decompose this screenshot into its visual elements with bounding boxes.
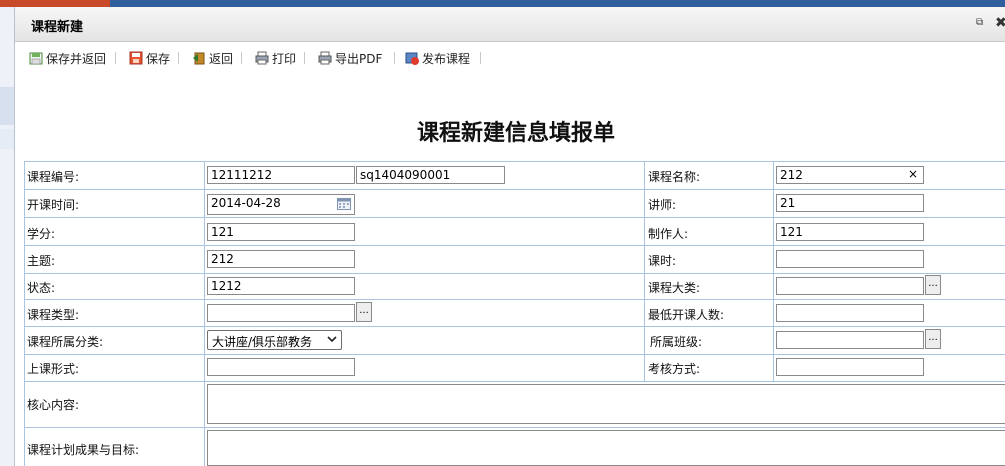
status-label: 状态: <box>27 281 56 295</box>
course-name-value: 212 <box>780 168 803 182</box>
hours-input[interactable] <box>776 250 924 268</box>
grid-line <box>204 161 205 466</box>
top-strip <box>0 0 1005 7</box>
course-name-input[interactable]: 212 × <box>776 166 924 184</box>
category-picker-button[interactable]: ... <box>925 275 941 295</box>
back-icon <box>192 51 206 65</box>
exam-label: 考核方式: <box>648 362 701 376</box>
min-people-input[interactable] <box>776 304 924 322</box>
toolbar-separator <box>178 52 179 64</box>
class-input[interactable] <box>776 331 924 349</box>
toolbar-separator <box>241 52 242 64</box>
category-label: 课程大类: <box>648 281 701 295</box>
chevron-down-icon <box>326 333 338 348</box>
grid-line <box>24 217 1005 218</box>
grid-line <box>24 273 1005 274</box>
hours-label: 课时: <box>648 254 677 268</box>
print-label: 打印 <box>272 51 297 66</box>
type-picker-button[interactable]: ... <box>356 302 372 322</box>
toolbar-separator <box>115 52 116 64</box>
window-title: 课程新建 <box>31 20 84 35</box>
course-no-input[interactable]: 12111212 <box>207 166 355 184</box>
title-bar: 课程新建 ⧉ ✖ <box>15 7 1005 42</box>
export-pdf-button[interactable]: 导出PDF <box>318 49 382 67</box>
status-input[interactable]: 1212 <box>207 277 355 295</box>
class-label: 所属班级: <box>650 335 703 349</box>
form-heading: 课程新建信息填报单 <box>417 120 616 146</box>
toolbar-separator <box>480 52 481 64</box>
class-category-select[interactable]: 大讲座/俱乐部教务 <box>207 330 342 350</box>
min-people-label: 最低开课人数: <box>648 308 725 322</box>
save-icon <box>129 51 143 65</box>
grid-line <box>24 161 25 466</box>
start-time-label: 开课时间: <box>27 198 80 212</box>
toolbar: 保存并返回 保存 返回 打印 导出PDF 发布课程 <box>15 42 1005 72</box>
exam-input[interactable] <box>776 358 924 376</box>
back-label: 返回 <box>209 51 234 66</box>
mode-input[interactable] <box>207 358 355 376</box>
course-name-label: 课程名称: <box>648 170 701 184</box>
export-pdf-label: 导出PDF <box>335 51 383 66</box>
export-pdf-icon <box>318 51 332 65</box>
publish-icon <box>405 51 419 65</box>
grid-line <box>24 427 1005 428</box>
credit-input[interactable]: 121 <box>207 223 355 241</box>
core-content-label: 核心内容: <box>27 398 80 412</box>
clear-icon[interactable]: × <box>908 167 918 181</box>
topic-label: 主题: <box>27 254 56 268</box>
background-panel-item <box>0 129 14 149</box>
print-icon <box>255 51 269 65</box>
dialog-window: 课程新建 ⧉ ✖ 保存并返回 保存 返回 打印 导出PDF 发布课程 课程新建信… <box>14 7 1005 466</box>
type-label: 课程类型: <box>27 308 80 322</box>
mode-label: 上课形式: <box>27 362 80 376</box>
save-return-button[interactable]: 保存并返回 <box>29 49 106 67</box>
calendar-icon[interactable] <box>337 198 351 213</box>
course-serial-input[interactable]: sq1404090001 <box>356 166 505 184</box>
grid-line <box>24 326 1005 327</box>
start-time-value: 2014-04-28 <box>211 196 281 210</box>
save-label: 保存 <box>146 51 171 66</box>
plan-goal-label: 课程计划成果与目标: <box>27 443 140 457</box>
course-no-label: 课程编号: <box>27 170 80 184</box>
restore-icon[interactable]: ⧉ <box>976 18 986 28</box>
start-time-input[interactable]: 2014-04-28 <box>207 194 355 215</box>
toolbar-separator <box>304 52 305 64</box>
maker-label: 制作人: <box>648 227 689 241</box>
close-icon[interactable]: ✖ <box>995 15 1005 31</box>
category-input[interactable] <box>776 277 924 295</box>
background-panel-item <box>0 87 14 125</box>
credit-label: 学分: <box>27 227 56 241</box>
grid-line <box>24 189 1005 190</box>
grid-line <box>24 299 1005 300</box>
plan-goal-textarea[interactable] <box>207 430 1005 466</box>
top-strip-accent <box>0 0 110 7</box>
grid-line <box>24 161 1005 162</box>
class-category-value: 大讲座/俱乐部教务 <box>212 335 313 349</box>
grid-line <box>644 161 645 382</box>
core-content-textarea[interactable] <box>207 384 1005 424</box>
toolbar-separator <box>394 52 395 64</box>
class-category-label: 课程所属分类: <box>27 335 104 349</box>
print-button[interactable]: 打印 <box>255 49 296 67</box>
grid-line <box>773 161 774 382</box>
grid-line <box>24 245 1005 246</box>
save-button[interactable]: 保存 <box>129 49 170 67</box>
save-return-icon <box>29 51 43 65</box>
type-input[interactable] <box>207 304 355 322</box>
background-panel <box>0 7 15 466</box>
lecturer-input[interactable]: 21 <box>776 194 924 212</box>
maker-input[interactable]: 121 <box>776 223 924 241</box>
lecturer-label: 讲师: <box>648 198 677 212</box>
back-button[interactable]: 返回 <box>192 49 233 67</box>
topic-input[interactable]: 212 <box>207 250 355 268</box>
grid-line <box>24 354 1005 355</box>
publish-course-button[interactable]: 发布课程 <box>405 49 470 67</box>
save-return-label: 保存并返回 <box>46 51 107 66</box>
class-picker-button[interactable]: ... <box>925 329 941 349</box>
grid-line <box>24 381 1005 382</box>
publish-course-label: 发布课程 <box>422 51 471 66</box>
